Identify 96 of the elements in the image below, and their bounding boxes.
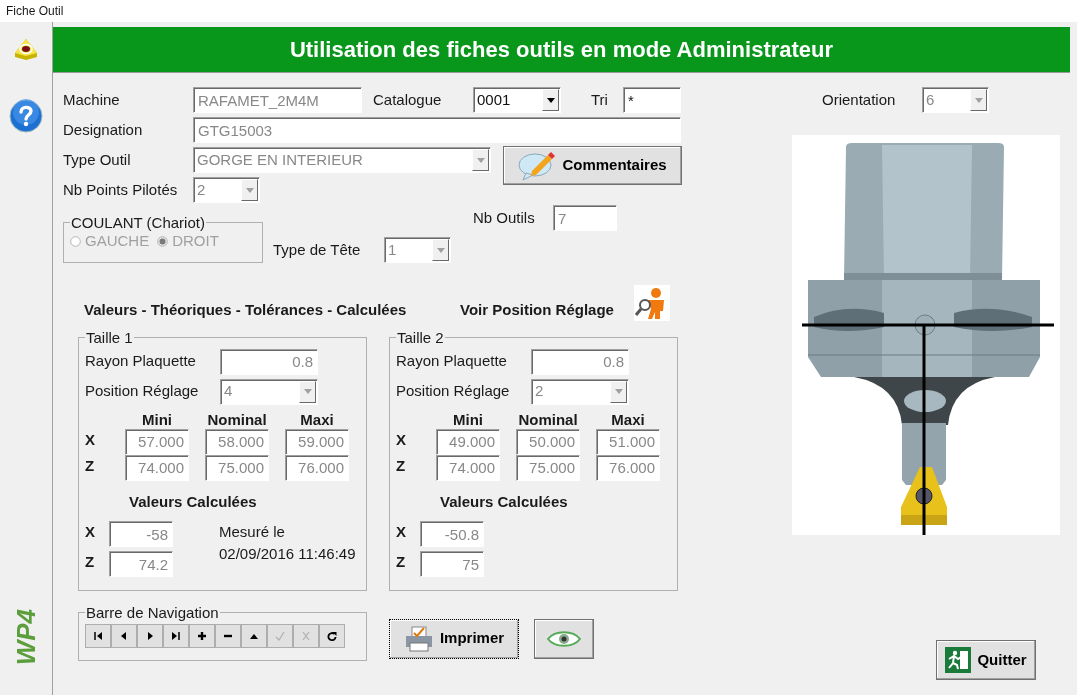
dropdown[interactable]: 0001 xyxy=(473,87,561,113)
up-button[interactable] xyxy=(241,623,267,648)
window-title: Fiche Outil xyxy=(6,3,64,20)
group-title: Taille 2 xyxy=(396,329,445,345)
check-icon xyxy=(275,630,285,641)
section-heading: Valeurs Calculées xyxy=(129,491,257,512)
input-field[interactable]: 0.8 xyxy=(220,348,318,375)
caret-icon xyxy=(436,247,445,253)
page-header: Utilisation des fiches outils en mode Administrateur xyxy=(53,27,1070,73)
field-label: Nb Outils xyxy=(473,207,536,228)
input-field[interactable]: 49.000 xyxy=(436,428,500,455)
input-field[interactable]: 58.000 xyxy=(205,428,269,455)
preview-button[interactable] xyxy=(534,618,594,659)
add-button[interactable] xyxy=(189,623,215,648)
refresh-icon xyxy=(327,630,337,641)
column-header: Nominal xyxy=(517,410,579,429)
previous-record-button[interactable] xyxy=(111,623,137,648)
axis-label: X xyxy=(396,522,407,542)
input-field[interactable]: 74.000 xyxy=(125,454,189,481)
last-record-button[interactable] xyxy=(163,623,189,648)
next-record-button[interactable] xyxy=(137,623,163,648)
input-field[interactable]: 75.000 xyxy=(205,454,269,481)
comments-button[interactable]: Commentaires xyxy=(503,146,682,185)
refresh-button[interactable] xyxy=(319,623,345,648)
axis-label: X xyxy=(85,429,96,450)
column-header: Maxi xyxy=(299,410,335,429)
input-field[interactable]: 74.000 xyxy=(436,454,500,481)
axis-label: Z xyxy=(396,552,407,572)
caret-icon xyxy=(546,97,555,103)
section-heading: Valeurs - Théoriques - Tolérances - Calculées xyxy=(84,300,408,320)
eye-icon xyxy=(547,629,581,648)
field-label: Orientation xyxy=(822,89,897,110)
caret-icon xyxy=(303,389,312,394)
axis-label: X xyxy=(396,429,407,450)
axis-label: X xyxy=(85,522,96,542)
field-label: Type de Tête xyxy=(273,239,362,260)
field-label: Machine xyxy=(63,89,121,110)
input-field[interactable]: 75.000 xyxy=(516,454,580,481)
input-field[interactable]: 75 xyxy=(420,551,484,577)
input-field[interactable]: * xyxy=(623,87,681,113)
column-header: Mini xyxy=(141,410,173,429)
quit-button[interactable]: Quitter xyxy=(936,640,1036,680)
field-label: Position Réglage xyxy=(396,381,511,402)
next-icon xyxy=(145,630,155,641)
field-label: Tri xyxy=(591,89,609,110)
group-title: COULANT (Chariot) xyxy=(70,215,206,230)
input-field[interactable]: 74.2 xyxy=(109,551,173,577)
measured-date: 02/09/2016 11:46:49 xyxy=(219,544,356,564)
axis-label: Z xyxy=(85,455,96,476)
field-label: Designation xyxy=(63,119,144,140)
insert-icon[interactable] xyxy=(13,37,39,61)
skip-first-icon xyxy=(93,630,103,641)
column-header: Nominal xyxy=(206,410,268,429)
column-header: Mini xyxy=(452,410,484,429)
exit-icon xyxy=(945,647,972,673)
field-label: Type Outil xyxy=(63,149,132,170)
field-label: Position Réglage xyxy=(85,381,200,402)
section-heading: Voir Position Réglage xyxy=(460,300,614,320)
app-logo-text: WP4 xyxy=(13,608,39,665)
input-field[interactable]: 59.000 xyxy=(285,428,349,455)
section-heading: Valeurs Calculées xyxy=(440,491,568,512)
input-field[interactable]: 57.000 xyxy=(125,428,189,455)
group-title: Taille 1 xyxy=(85,329,134,345)
plus-icon xyxy=(197,630,207,641)
input-field[interactable]: 51.000 xyxy=(596,428,660,455)
axis-label: Z xyxy=(85,552,96,572)
group-title: Barre de Navigation xyxy=(85,604,220,620)
skip-last-icon xyxy=(171,630,181,641)
speech-bubble-icon xyxy=(518,150,557,181)
input-field[interactable]: 76.000 xyxy=(596,454,660,481)
previous-icon xyxy=(119,630,129,641)
dropdown[interactable]: 4 xyxy=(220,378,318,405)
delete-button[interactable] xyxy=(215,623,241,648)
help-icon[interactable] xyxy=(9,99,43,133)
caret-icon xyxy=(476,157,485,163)
person-icon[interactable] xyxy=(633,285,670,322)
field-label: Rayon Plaquette xyxy=(85,351,197,372)
measured-label: Mesuré le xyxy=(219,522,286,542)
input-field[interactable]: 0.8 xyxy=(531,348,629,375)
axis-label: Z xyxy=(396,455,407,476)
dropdown[interactable]: 2 xyxy=(531,378,629,405)
field-label: Catalogue xyxy=(373,89,443,110)
input-field[interactable]: 76.000 xyxy=(285,454,349,481)
caret-icon xyxy=(614,389,623,394)
column-header: Maxi xyxy=(610,410,646,429)
input-field[interactable]: 50.000 xyxy=(516,428,580,455)
caret-icon xyxy=(974,97,983,103)
field-label: Nb Points Pilotés xyxy=(63,179,179,200)
first-record-button[interactable] xyxy=(85,623,111,648)
cross-icon xyxy=(301,630,311,641)
printer-icon xyxy=(403,625,434,652)
input-field[interactable]: -50.8 xyxy=(420,521,484,547)
print-button[interactable]: Imprimer xyxy=(389,618,519,659)
field-label: Rayon Plaquette xyxy=(396,351,508,372)
caret-icon xyxy=(245,187,254,193)
input-field[interactable]: -58 xyxy=(109,521,173,547)
